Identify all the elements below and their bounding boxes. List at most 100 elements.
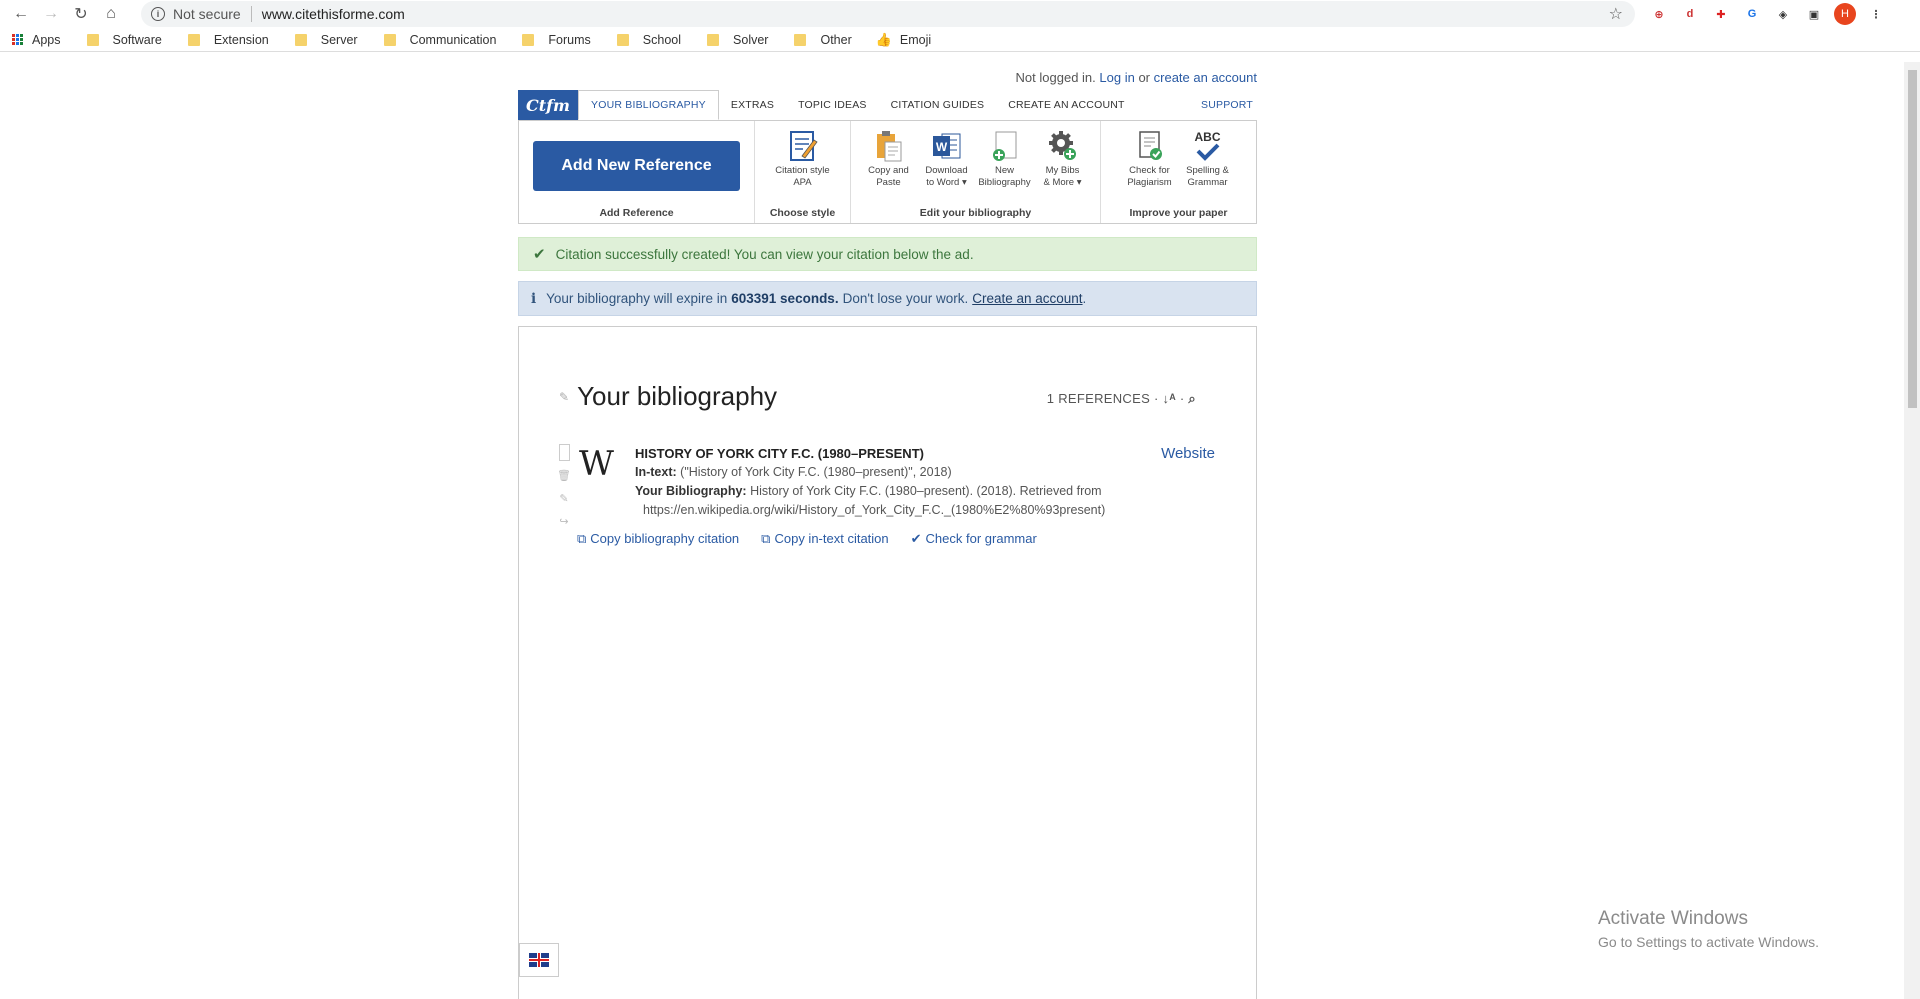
check-icon: ✔ bbox=[910, 531, 922, 546]
bookmark-folder[interactable]: Server bbox=[287, 33, 358, 47]
language-selector[interactable] bbox=[519, 943, 559, 977]
tool-label: Grammar bbox=[1187, 177, 1228, 188]
bookmark-folder[interactable]: Software bbox=[79, 33, 162, 47]
bookmark-star-icon[interactable]: ☆ bbox=[1609, 4, 1623, 24]
tool-label: Spelling & bbox=[1186, 165, 1229, 176]
back-icon[interactable]: ← bbox=[8, 2, 34, 26]
menu-icon[interactable]: ⋮ bbox=[1865, 3, 1887, 25]
bookmark-folder[interactable]: Other bbox=[786, 32, 852, 47]
copy-paste-button[interactable]: Copy and Paste bbox=[860, 129, 918, 189]
folder-icon bbox=[383, 33, 396, 46]
create-account-link[interactable]: create an account bbox=[1154, 70, 1257, 85]
bookmark-apps[interactable]: Apps bbox=[12, 33, 61, 47]
tool-label: to Word ▾ bbox=[926, 177, 967, 188]
info-alert: i Your bibliography will expire in 60339… bbox=[518, 281, 1257, 316]
login-status: Not logged in. Log in or create an accou… bbox=[518, 70, 1257, 85]
share-icon[interactable]: ↪ bbox=[557, 513, 571, 530]
select-checkbox[interactable] bbox=[557, 444, 571, 461]
folder-icon bbox=[794, 33, 807, 46]
copy-icon: ⧉ bbox=[761, 531, 771, 546]
svg-text:W: W bbox=[935, 140, 947, 154]
edit-title-icon[interactable]: ✎ bbox=[559, 390, 569, 404]
scrollbar[interactable] bbox=[1904, 62, 1920, 999]
folder-icon bbox=[616, 33, 629, 46]
bookmark-label: Communication bbox=[409, 32, 497, 47]
bookmark-label: Forums bbox=[548, 32, 591, 47]
address-bar[interactable]: i Not secure www.citethisforme.com ☆ bbox=[141, 1, 1635, 27]
expiry-seconds: 603391 seconds. bbox=[731, 291, 839, 306]
add-new-reference-button[interactable]: Add New Reference bbox=[533, 141, 740, 191]
login-link[interactable]: Log in bbox=[1099, 70, 1134, 85]
create-account-link[interactable]: Create an account bbox=[972, 291, 1082, 306]
bookmark-folder[interactable]: Forums bbox=[514, 32, 591, 47]
shield-icon[interactable]: ◈ bbox=[1772, 3, 1794, 25]
translate-icon[interactable]: G bbox=[1741, 3, 1763, 25]
page-content: Not logged in. Log in or create an accou… bbox=[0, 62, 1904, 999]
success-message: Citation successfully created! You can v… bbox=[555, 246, 974, 262]
home-icon[interactable]: ⌂ bbox=[98, 2, 124, 26]
bookmark-label: Other bbox=[820, 32, 852, 47]
extension-icon[interactable]: ✚ bbox=[1710, 3, 1732, 25]
extension-icon[interactable]: ⊕ bbox=[1648, 3, 1670, 25]
bookmarks-bar: Apps Software Extension Server Communica… bbox=[0, 28, 1920, 52]
url-text[interactable]: www.citethisforme.com bbox=[262, 6, 405, 22]
edit-bibliography-section: Copy and Paste W Download to Word ▾ New … bbox=[851, 121, 1101, 223]
tab-your-bibliography[interactable]: YOUR BIBLIOGRAPHY bbox=[578, 90, 719, 120]
citation-style-button[interactable]: Citation style APA bbox=[774, 129, 832, 189]
avatar[interactable]: H bbox=[1834, 3, 1856, 25]
forward-icon[interactable]: → bbox=[38, 2, 64, 26]
folder-icon bbox=[707, 33, 720, 46]
action-toolbar: Add New Reference Add Reference Citation… bbox=[518, 120, 1257, 224]
reference-actions: ⧉ Copy bibliography citation ⧉ Copy in-tex… bbox=[577, 531, 1037, 547]
check-grammar-button[interactable]: ✔ Check for grammar bbox=[911, 531, 1037, 547]
bookmark-folder[interactable]: School bbox=[609, 33, 681, 47]
check-icon: ✔ bbox=[533, 246, 546, 263]
tab-citation-guides[interactable]: CITATION GUIDES bbox=[879, 90, 997, 120]
bookmark-label: Extension bbox=[213, 32, 269, 47]
new-bibliography-button[interactable]: New Bibliography bbox=[976, 129, 1034, 189]
extension-icon[interactable]: ▣ bbox=[1803, 3, 1825, 25]
edit-icon[interactable]: ✎ bbox=[557, 490, 571, 507]
tool-label: My Bibs bbox=[1045, 165, 1080, 176]
gear-icon bbox=[1047, 129, 1079, 163]
tool-label: Copy and bbox=[868, 165, 909, 176]
check-plagiarism-button[interactable]: Check for Plagiarism bbox=[1121, 129, 1179, 189]
spelling-grammar-button[interactable]: ABC Spelling & Grammar bbox=[1179, 129, 1237, 189]
folder-icon bbox=[522, 33, 535, 46]
section-label: Edit your bibliography bbox=[919, 207, 1032, 219]
trash-icon[interactable]: 🗑 bbox=[557, 467, 571, 484]
clipboard-icon bbox=[873, 129, 905, 163]
citation-style-icon bbox=[787, 129, 819, 163]
word-icon: W bbox=[931, 129, 963, 163]
bibliography-heading: ✎ Your bibliography bbox=[559, 381, 777, 412]
login-or: or bbox=[1138, 70, 1151, 85]
tab-create-account[interactable]: CREATE AN ACCOUNT bbox=[996, 90, 1136, 120]
site-logo[interactable]: Ctfm bbox=[518, 90, 578, 120]
search-icon[interactable]: ⌕ bbox=[1188, 391, 1196, 406]
bookmark-label: Server bbox=[320, 32, 358, 47]
browser-toolbar: ← → ↻ ⌂ i Not secure www.citethisforme.c… bbox=[0, 0, 1920, 28]
scrollbar-thumb[interactable] bbox=[1908, 70, 1917, 408]
copy-bibliography-button[interactable]: ⧉ Copy bibliography citation bbox=[577, 531, 739, 547]
reference-count: 1 REFERENCES · ↓ᴬ · ⌕ bbox=[1046, 391, 1196, 406]
security-label: Not secure bbox=[173, 6, 241, 22]
tab-extras[interactable]: EXTRAS bbox=[719, 90, 786, 120]
bookmark-label: Apps bbox=[32, 32, 61, 47]
sort-icon[interactable]: ↓ᴬ bbox=[1163, 391, 1176, 406]
source-type-label: Website bbox=[1161, 445, 1215, 462]
windows-activation-watermark: Activate Windows Go to Settings to activ… bbox=[1598, 908, 1819, 950]
tool-label: New bbox=[994, 165, 1014, 176]
extension-icon[interactable]: d bbox=[1679, 3, 1701, 25]
tab-support[interactable]: SUPPORT bbox=[1189, 90, 1257, 120]
tab-topic-ideas[interactable]: TOPIC IDEAS bbox=[786, 90, 879, 120]
bookmark-folder[interactable]: Communication bbox=[376, 32, 497, 47]
my-bibs-button[interactable]: My Bibs & More ▾ bbox=[1034, 129, 1092, 189]
download-word-button[interactable]: W Download to Word ▾ bbox=[918, 129, 976, 189]
info-icon[interactable]: i bbox=[151, 7, 165, 21]
reload-icon[interactable]: ↻ bbox=[68, 2, 94, 26]
copy-intext-button[interactable]: ⧉ Copy in-text citation bbox=[761, 531, 888, 547]
add-reference-section: Add New Reference Add Reference bbox=[519, 121, 755, 223]
bookmark-folder[interactable]: Extension bbox=[180, 33, 269, 47]
bookmark-folder[interactable]: Solver bbox=[699, 33, 768, 47]
bookmark-emoji[interactable]: 👍 Emoji bbox=[870, 32, 931, 48]
